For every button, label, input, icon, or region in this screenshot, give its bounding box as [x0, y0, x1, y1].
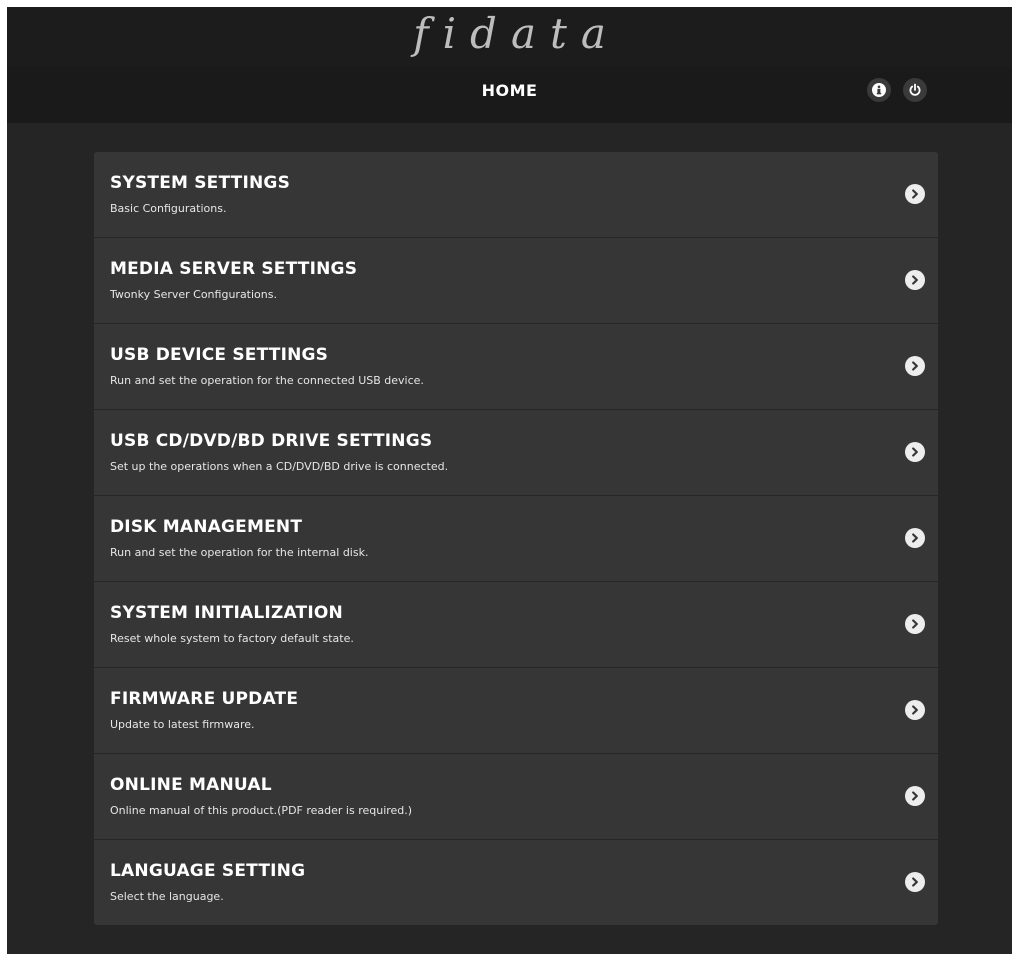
menu-item-disk-management[interactable]: DISK MANAGEMENT Run and set the operatio…	[94, 496, 938, 582]
chevron-right-icon[interactable]	[905, 872, 925, 892]
menu-item-title: DISK MANAGEMENT	[110, 517, 303, 537]
header-bar: HOME	[7, 66, 1012, 123]
menu-item-title: ONLINE MANUAL	[110, 775, 272, 795]
fidata-logo: fidata	[413, 9, 620, 58]
menu-item-description: Online manual of this product.(PDF reade…	[110, 804, 413, 817]
menu-item-description: Set up the operations when a CD/DVD/BD d…	[110, 460, 449, 473]
menu-item-title: LANGUAGE SETTING	[110, 861, 306, 881]
menu-item-title: MEDIA SERVER SETTINGS	[110, 259, 358, 279]
menu-item-usb-device-settings[interactable]: USB DEVICE SETTINGS Run and set the oper…	[94, 324, 938, 410]
info-button[interactable]	[867, 78, 891, 102]
app-window: fidata HOME SYSTEM SETTINGS Basic Config…	[7, 7, 1012, 954]
page-title: HOME	[481, 81, 538, 100]
menu-item-language-setting[interactable]: LANGUAGE SETTING Select the language.	[94, 840, 938, 925]
menu-item-description: Run and set the operation for the intern…	[110, 546, 369, 559]
chevron-right-icon[interactable]	[905, 356, 925, 376]
menu-item-system-initialization[interactable]: SYSTEM INITIALIZATION Reset whole system…	[94, 582, 938, 668]
menu-item-firmware-update[interactable]: FIRMWARE UPDATE Update to latest firmwar…	[94, 668, 938, 754]
menu-item-description: Select the language.	[110, 890, 224, 903]
menu-item-description: Reset whole system to factory default st…	[110, 632, 354, 645]
chevron-right-icon[interactable]	[905, 442, 925, 462]
menu-item-system-settings[interactable]: SYSTEM SETTINGS Basic Configurations.	[94, 152, 938, 238]
power-button[interactable]	[903, 78, 927, 102]
chevron-right-icon[interactable]	[905, 270, 925, 290]
chevron-right-icon[interactable]	[905, 614, 925, 634]
menu-item-title: SYSTEM SETTINGS	[110, 173, 291, 193]
menu-item-title: SYSTEM INITIALIZATION	[110, 603, 343, 623]
chevron-right-icon[interactable]	[905, 786, 925, 806]
menu-item-description: Basic Configurations.	[110, 202, 227, 215]
menu-item-media-server-settings[interactable]: MEDIA SERVER SETTINGS Twonky Server Conf…	[94, 238, 938, 324]
menu-item-title: FIRMWARE UPDATE	[110, 689, 299, 709]
chevron-right-icon[interactable]	[905, 528, 925, 548]
info-icon	[872, 83, 886, 97]
chevron-right-icon[interactable]	[905, 700, 925, 720]
power-icon	[908, 83, 922, 97]
logo-bar: fidata	[7, 7, 1012, 66]
chevron-right-icon[interactable]	[905, 184, 925, 204]
menu-item-description: Twonky Server Configurations.	[110, 288, 277, 301]
menu-item-description: Update to latest firmware.	[110, 718, 255, 731]
menu-item-title: USB CD/DVD/BD DRIVE SETTINGS	[110, 431, 433, 451]
menu-item-description: Run and set the operation for the connec…	[110, 374, 424, 387]
menu-item-title: USB DEVICE SETTINGS	[110, 345, 329, 365]
menu-item-online-manual[interactable]: ONLINE MANUAL Online manual of this prod…	[94, 754, 938, 840]
menu-item-usb-drive-settings[interactable]: USB CD/DVD/BD DRIVE SETTINGS Set up the …	[94, 410, 938, 496]
settings-menu: SYSTEM SETTINGS Basic Configurations. ME…	[94, 152, 938, 925]
